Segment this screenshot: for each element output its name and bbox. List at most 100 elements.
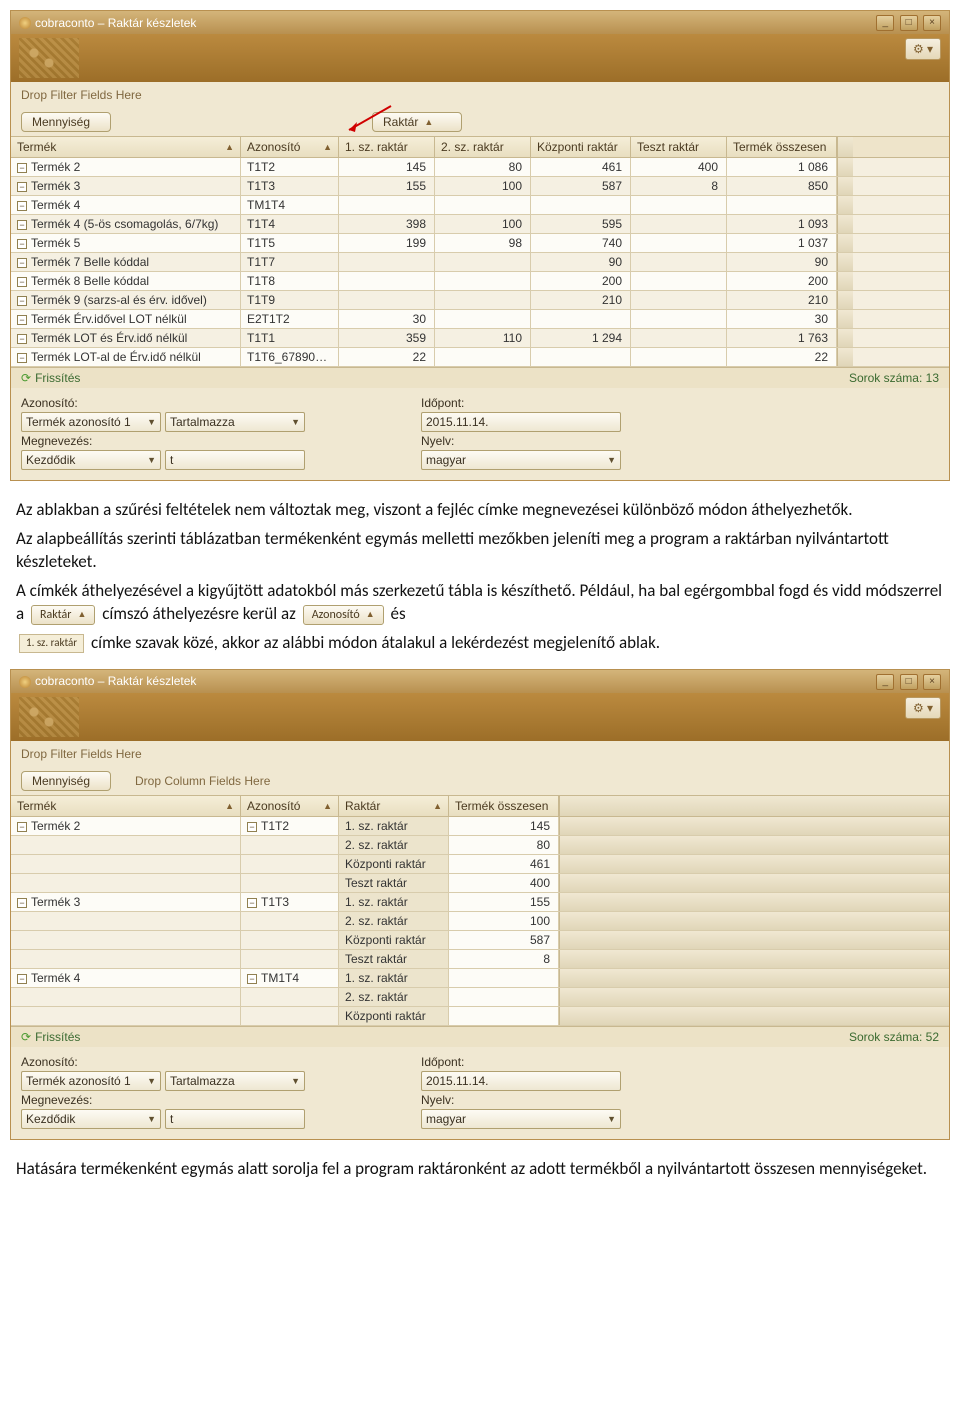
collapse-icon[interactable]: − bbox=[17, 296, 27, 306]
collapse-icon[interactable]: − bbox=[17, 277, 27, 287]
close-button[interactable]: × bbox=[923, 15, 941, 31]
table-row[interactable]: Központi raktár bbox=[11, 1007, 949, 1026]
megnev-op-select[interactable]: Kezdődik▼ bbox=[21, 1109, 161, 1129]
scrollbar[interactable] bbox=[837, 215, 853, 233]
table-row[interactable]: −Termék LOT-al de Érv.idő nélkülT1T6_678… bbox=[11, 348, 949, 367]
collapse-icon[interactable]: − bbox=[17, 898, 27, 908]
scrollbar[interactable] bbox=[559, 1007, 949, 1025]
scrollbar[interactable] bbox=[837, 234, 853, 252]
column-drop-zone[interactable]: Drop Column Fields Here bbox=[123, 774, 939, 788]
table-row[interactable]: −Termék 7 Belle kóddalT1T79090 bbox=[11, 253, 949, 272]
raktar-column-field[interactable]: Raktár▲ bbox=[372, 112, 462, 132]
minimize-button[interactable]: _ bbox=[876, 674, 894, 690]
collapse-icon[interactable]: − bbox=[17, 334, 27, 344]
titlebar[interactable]: cobraconto – Raktár készletek _ □ × bbox=[11, 11, 949, 34]
collapse-icon[interactable]: − bbox=[247, 822, 257, 832]
col-kozponti-header[interactable]: Központi raktár bbox=[531, 137, 631, 157]
collapse-icon[interactable]: − bbox=[17, 239, 27, 249]
idopont-input[interactable]: 2015.11.14. bbox=[421, 1071, 621, 1091]
maximize-button[interactable]: □ bbox=[900, 674, 918, 690]
scrollbar[interactable] bbox=[837, 158, 853, 176]
col-raktar2-header[interactable]: 2. sz. raktár bbox=[435, 137, 531, 157]
scrollbar[interactable] bbox=[837, 272, 853, 290]
collapse-icon[interactable]: − bbox=[247, 974, 257, 984]
table-row[interactable]: Teszt raktár400 bbox=[11, 874, 949, 893]
table-row[interactable]: Központi raktár461 bbox=[11, 855, 949, 874]
collapse-icon[interactable]: − bbox=[17, 163, 27, 173]
table-row[interactable]: −Termék 3−T1T31. sz. raktár155 bbox=[11, 893, 949, 912]
gear-button[interactable]: ⚙ ▾ bbox=[905, 697, 941, 719]
raktar-header[interactable]: Raktár▲ bbox=[339, 796, 449, 816]
scrollbar[interactable] bbox=[559, 836, 949, 854]
scrollbar[interactable] bbox=[559, 931, 949, 949]
scrollbar[interactable] bbox=[559, 912, 949, 930]
scrollbar[interactable] bbox=[837, 310, 853, 328]
scrollbar[interactable] bbox=[559, 969, 949, 987]
filter-drop-zone[interactable]: Drop Filter Fields Here bbox=[11, 741, 949, 767]
termek-header[interactable]: Termék▲ bbox=[11, 137, 241, 157]
scrollbar[interactable] bbox=[837, 137, 853, 157]
table-row[interactable]: 2. sz. raktár80 bbox=[11, 836, 949, 855]
collapse-icon[interactable]: − bbox=[17, 315, 27, 325]
scrollbar[interactable] bbox=[837, 196, 853, 214]
scrollbar[interactable] bbox=[559, 796, 949, 816]
idopont-input[interactable]: 2015.11.14. bbox=[421, 412, 621, 432]
table-row[interactable]: −Termék 5T1T5199987401 037 bbox=[11, 234, 949, 253]
megnev-value-input[interactable]: t bbox=[165, 450, 305, 470]
titlebar[interactable]: cobraconto – Raktár készletek _ □ × bbox=[11, 670, 949, 693]
table-row[interactable]: 2. sz. raktár100 bbox=[11, 912, 949, 931]
osszesen-header[interactable]: Termék összesen bbox=[449, 796, 559, 816]
scrollbar[interactable] bbox=[559, 874, 949, 892]
collapse-icon[interactable]: − bbox=[17, 201, 27, 211]
table-row[interactable]: Teszt raktár8 bbox=[11, 950, 949, 969]
scrollbar[interactable] bbox=[559, 893, 949, 911]
scrollbar[interactable] bbox=[837, 291, 853, 309]
collapse-icon[interactable]: − bbox=[17, 220, 27, 230]
table-row[interactable]: −Termék Érv.idővel LOT nélkülE2T1T23030 bbox=[11, 310, 949, 329]
collapse-icon[interactable]: − bbox=[17, 822, 27, 832]
table-row[interactable]: −Termék 3T1T31551005878850 bbox=[11, 177, 949, 196]
refresh-label[interactable]: Frissítés bbox=[35, 371, 80, 385]
nyelv-select[interactable]: magyar▼ bbox=[421, 450, 621, 470]
table-row[interactable]: −Termék 2−T1T21. sz. raktár145 bbox=[11, 817, 949, 836]
table-row[interactable]: Központi raktár587 bbox=[11, 931, 949, 950]
collapse-icon[interactable]: − bbox=[17, 974, 27, 984]
table-row[interactable]: −Termék LOT és Érv.idő nélkülT1T13591101… bbox=[11, 329, 949, 348]
scrollbar[interactable] bbox=[559, 950, 949, 968]
termek-header[interactable]: Termék▲ bbox=[11, 796, 241, 816]
azonosito-header[interactable]: Azonosító▲ bbox=[241, 137, 339, 157]
table-row[interactable]: −Termék 4−TM1T41. sz. raktár bbox=[11, 969, 949, 988]
close-button[interactable]: × bbox=[923, 674, 941, 690]
collapse-icon[interactable]: − bbox=[17, 258, 27, 268]
mennyiseg-field[interactable]: Mennyiség bbox=[21, 112, 111, 132]
filter-drop-zone[interactable]: Drop Filter Fields Here bbox=[11, 82, 949, 108]
table-row[interactable]: −Termék 2T1T2145804614001 086 bbox=[11, 158, 949, 177]
scrollbar[interactable] bbox=[559, 988, 949, 1006]
azonosito-header[interactable]: Azonosító▲ bbox=[241, 796, 339, 816]
table-row[interactable]: −Termék 4TM1T4 bbox=[11, 196, 949, 215]
collapse-icon[interactable]: − bbox=[17, 353, 27, 363]
megnev-op-select[interactable]: Kezdődik▼ bbox=[21, 450, 161, 470]
maximize-button[interactable]: □ bbox=[900, 15, 918, 31]
gear-button[interactable]: ⚙ ▾ bbox=[905, 38, 941, 60]
mennyiseg-field[interactable]: Mennyiség bbox=[21, 771, 111, 791]
table-row[interactable]: −Termék 8 Belle kóddalT1T8200200 bbox=[11, 272, 949, 291]
azonosito-op-select[interactable]: Tartalmazza▼ bbox=[165, 1071, 305, 1091]
scrollbar[interactable] bbox=[559, 817, 949, 835]
scrollbar[interactable] bbox=[837, 253, 853, 271]
nyelv-select[interactable]: magyar▼ bbox=[421, 1109, 621, 1129]
collapse-icon[interactable]: − bbox=[17, 182, 27, 192]
refresh-icon[interactable]: ⟳ bbox=[21, 1030, 31, 1044]
table-row[interactable]: 2. sz. raktár bbox=[11, 988, 949, 1007]
scrollbar[interactable] bbox=[837, 329, 853, 347]
col-raktar1-header[interactable]: 1. sz. raktár bbox=[339, 137, 435, 157]
azonosito-op-select[interactable]: Tartalmazza▼ bbox=[165, 412, 305, 432]
collapse-icon[interactable]: − bbox=[247, 898, 257, 908]
refresh-label[interactable]: Frissítés bbox=[35, 1030, 80, 1044]
azonosito-field-select[interactable]: Termék azonosító 1▼ bbox=[21, 1071, 161, 1091]
refresh-icon[interactable]: ⟳ bbox=[21, 371, 31, 385]
scrollbar[interactable] bbox=[837, 177, 853, 195]
table-row[interactable]: −Termék 4 (5-ös csomagolás, 6/7kg)T1T439… bbox=[11, 215, 949, 234]
table-row[interactable]: −Termék 9 (sarzs-al és érv. idővel)T1T92… bbox=[11, 291, 949, 310]
scrollbar[interactable] bbox=[559, 855, 949, 873]
